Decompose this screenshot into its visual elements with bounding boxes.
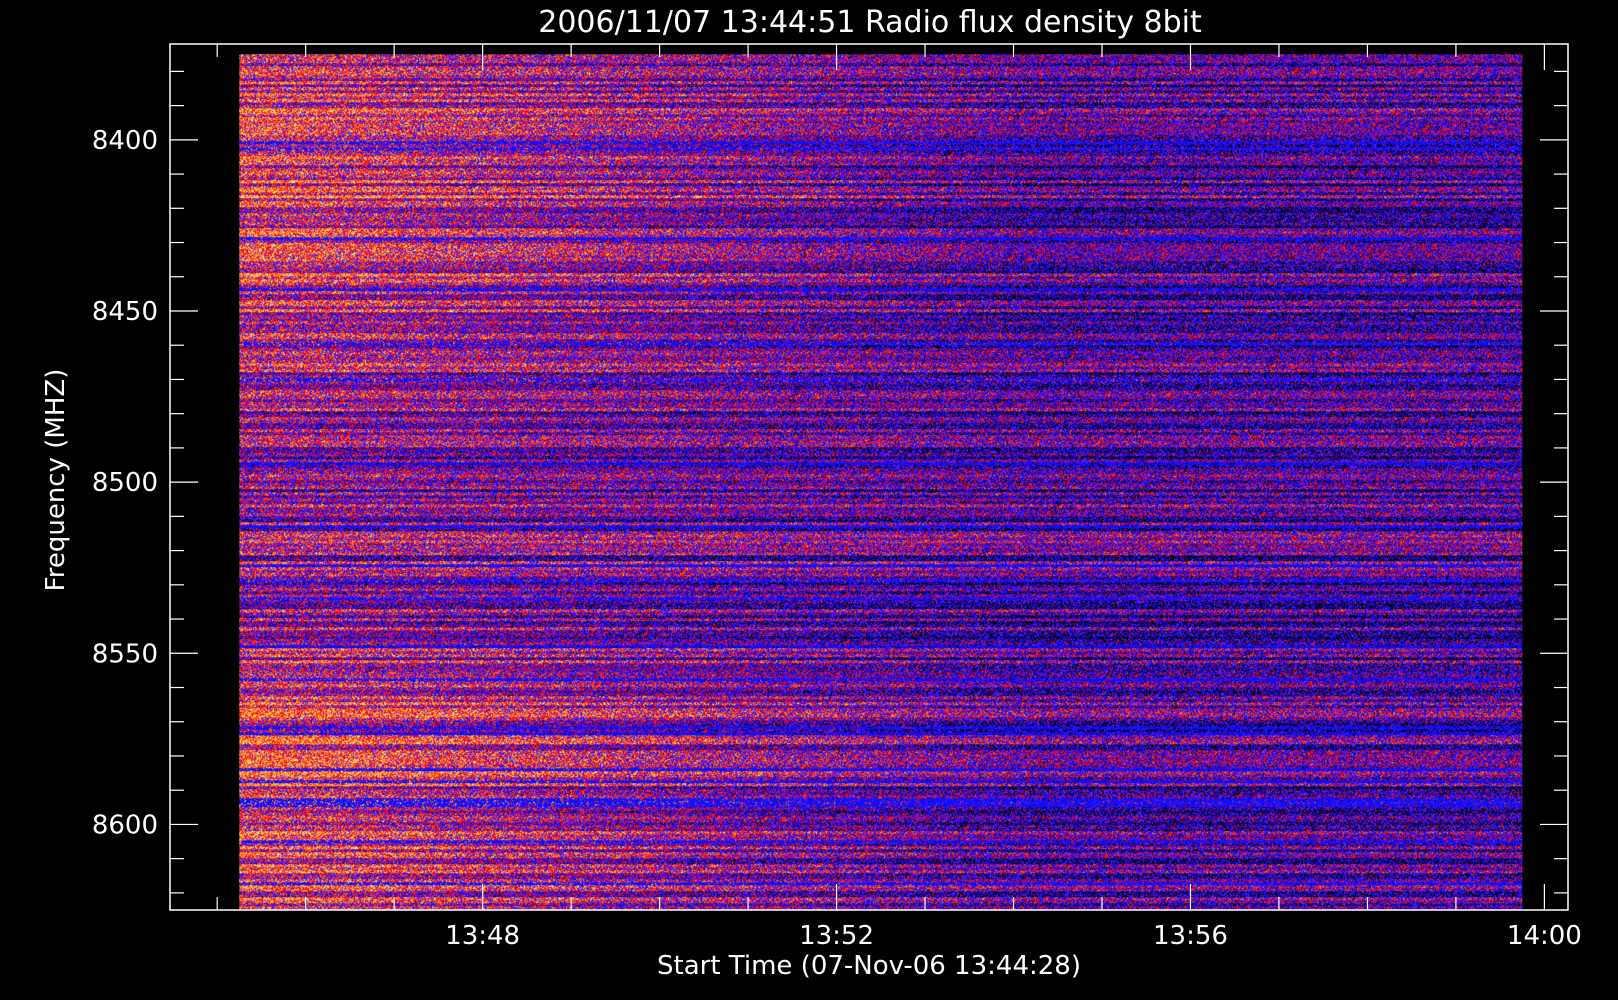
y-tick-label: 8550 [92, 639, 158, 669]
chart-title: 2006/11/07 13:44:51 Radio flux density 8… [538, 5, 1202, 40]
spectrogram-chart: 2006/11/07 13:44:51 Radio flux density 8… [41, 5, 1582, 981]
x-tick-label: 14:00 [1507, 921, 1582, 951]
y-tick-label: 8600 [92, 810, 158, 840]
x-tick-label: 13:48 [445, 921, 520, 951]
x-axis-label: Start Time (07-Nov-06 13:44:28) [657, 951, 1081, 981]
y-tick-label: 8400 [92, 126, 158, 156]
x-tick-label: 13:56 [1153, 921, 1228, 951]
y-tick-label: 8500 [92, 468, 158, 498]
x-tick-label: 13:52 [799, 921, 874, 951]
heatmap-raster [239, 54, 1523, 911]
y-axis-label: Frequency (MHZ) [41, 369, 71, 592]
heatmap-image [239, 54, 1523, 911]
y-tick-label: 8450 [92, 297, 158, 327]
